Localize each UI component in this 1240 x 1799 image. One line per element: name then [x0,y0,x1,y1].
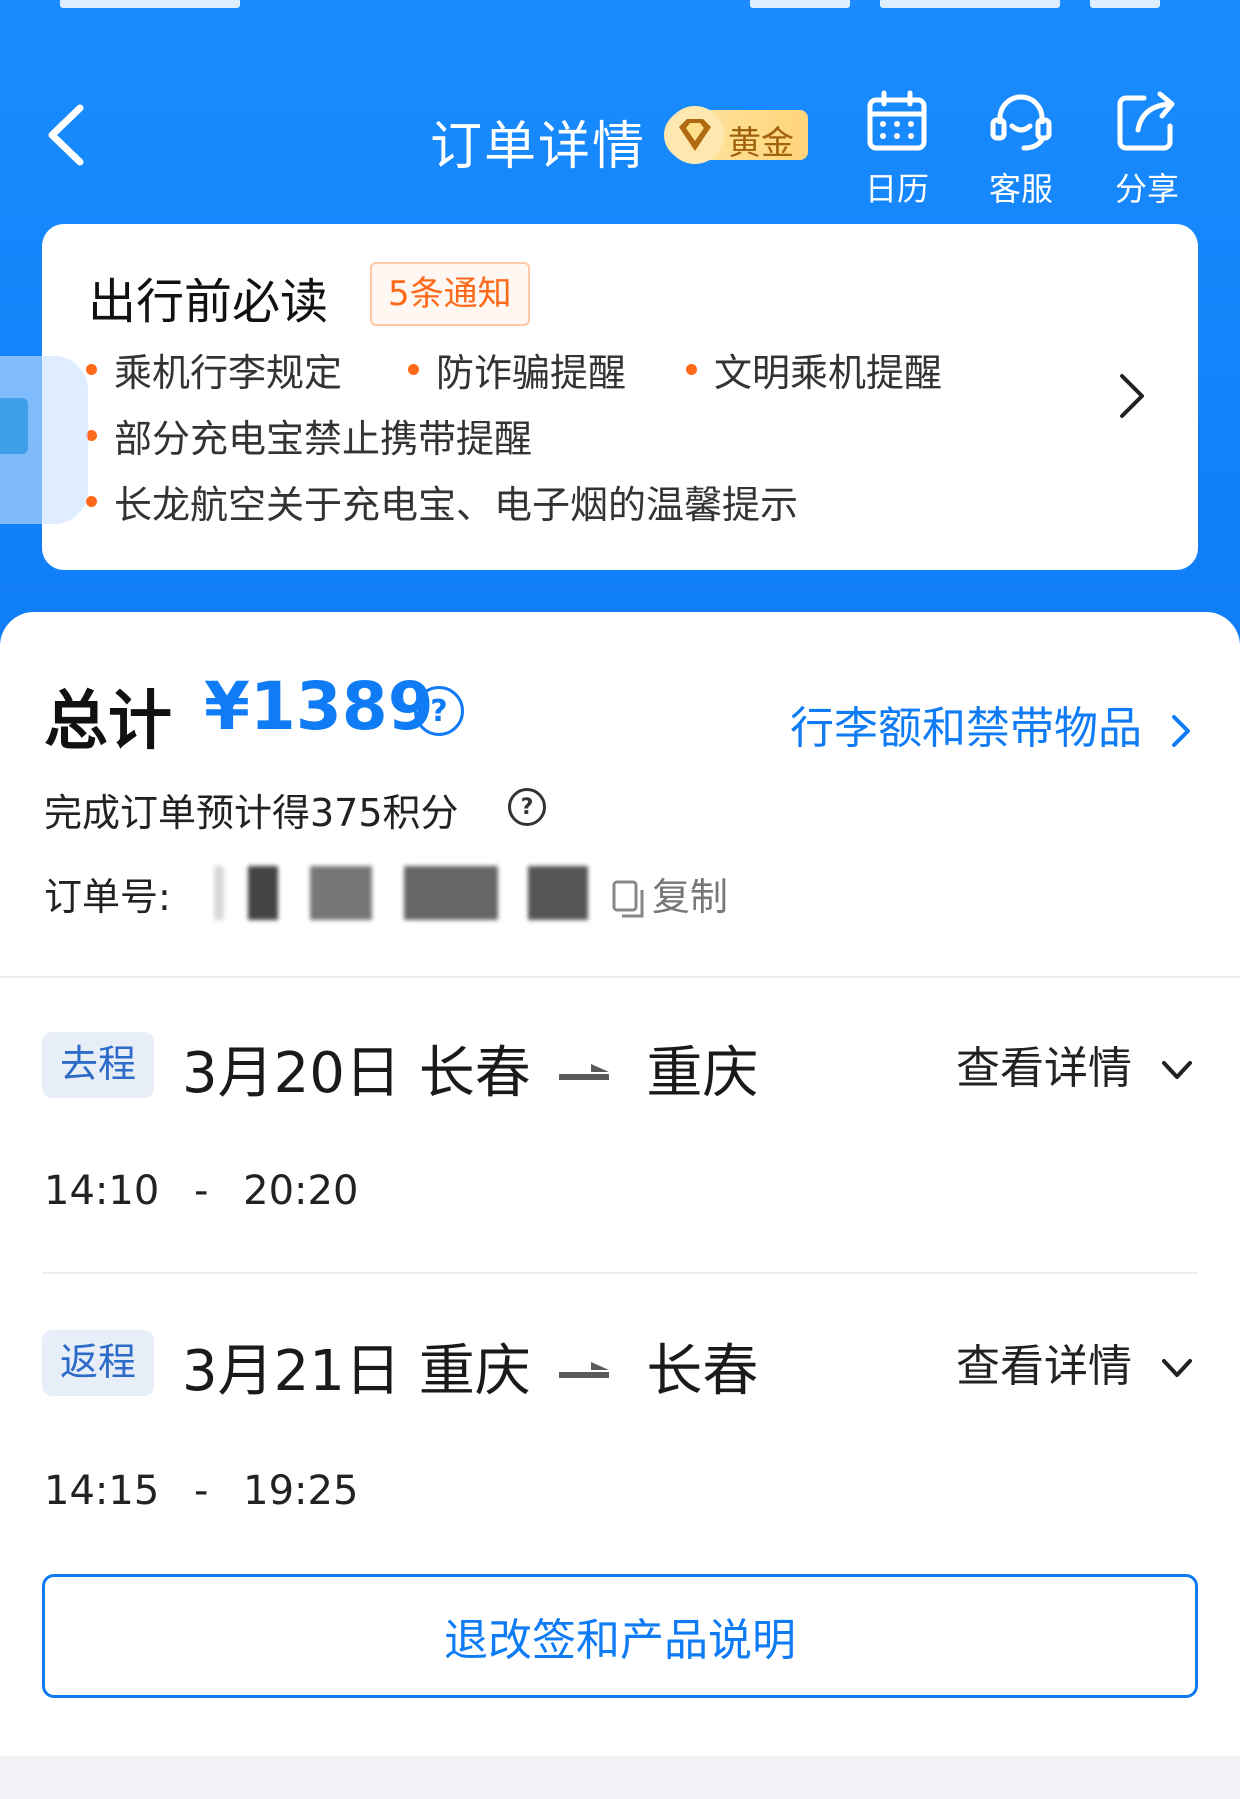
outbound-to: 重庆 [646,1041,759,1106]
status-signal-icons [880,0,1060,8]
calendar-label: 日历 [864,170,929,208]
chevron-left-icon [48,104,84,166]
chevron-right-icon [1120,374,1144,418]
outbound-times: 14:10 - 20:20 [44,1168,358,1214]
return-date: 3月21日 [182,1339,401,1404]
points-estimate: 完成订单预计得375积分 [44,791,459,835]
customer-service-label: 客服 [988,170,1053,208]
detail-toggle-label: 查看详情 [956,1043,1132,1094]
copy-order-button[interactable]: 复制 [612,866,728,921]
outbound-route: 3月20日 长春 重庆 [182,1028,758,1109]
return-times: 14:15 - 19:25 [44,1468,358,1514]
time-separator: - [194,1168,209,1214]
chevron-down-icon [1162,1061,1192,1079]
floating-side-tab[interactable] [0,356,88,524]
chevron-right-icon [1172,715,1190,747]
points-help-icon[interactable]: ? [508,788,546,826]
route-arrow-icon [558,1361,619,1380]
return-arrival-time: 19:25 [243,1468,359,1514]
total-amount: ¥1389 [204,668,434,745]
section-divider [0,976,1240,978]
outbound-arrival-time: 20:20 [243,1168,359,1214]
notice-item[interactable]: 部分充电宝禁止携带提醒 [85,408,532,463]
notice-item[interactable]: 防诈骗提醒 [407,342,626,397]
copy-icon [612,880,644,917]
calendar-button[interactable]: 日历 [852,90,942,210]
page-title: 订单详情 [430,117,647,177]
baggage-allowance-link[interactable]: 行李额和禁带物品 [790,692,1194,756]
travel-notice-card[interactable]: 出行前必读 5条通知 乘机行李规定 防诈骗提醒 文明乘机提醒 部分充电宝禁止携带… [42,224,1198,570]
customer-service-button[interactable]: 客服 [976,90,1066,210]
total-label: 总计 [44,685,172,759]
refund-change-policy-button[interactable]: 退改签和产品说明 [42,1574,1198,1698]
redacted-order-number [214,866,224,920]
outbound-from: 长春 [418,1041,531,1106]
return-tag: 返程 [42,1330,154,1396]
route-arrow-icon [558,1063,619,1082]
member-level-label: 黄金 [728,123,794,162]
status-time [60,0,240,8]
redacted-order-number [404,866,498,920]
back-button[interactable] [40,100,100,170]
order-card: 总计 ¥1389 ? 行李额和禁带物品 完成订单预计得375积分 ? 订单号: … [0,612,1240,1756]
copy-label: 复制 [652,875,729,919]
return-departure-time: 14:15 [44,1468,160,1514]
outbound-detail-toggle[interactable]: 查看详情 [956,1032,1194,1096]
price-help-icon[interactable]: ? [414,686,464,736]
policy-button-label: 退改签和产品说明 [444,1615,796,1666]
notice-item[interactable]: 长龙航空关于充电宝、电子烟的温馨提示 [85,474,798,529]
member-level-badge[interactable]: 黄金 [664,106,808,164]
return-to: 长春 [646,1339,759,1404]
return-detail-toggle[interactable]: 查看详情 [956,1330,1194,1394]
time-separator: - [194,1468,209,1514]
trip-divider [42,1272,1198,1274]
share-icon [1117,91,1175,151]
outbound-date: 3月20日 [182,1041,401,1106]
notice-item[interactable]: 乘机行李规定 [85,342,342,397]
redacted-order-number [310,866,372,920]
status-network [750,0,850,8]
notice-item[interactable]: 文明乘机提醒 [685,342,942,397]
side-tab-icon [0,398,28,454]
return-from: 重庆 [418,1339,531,1404]
chevron-down-icon [1162,1359,1192,1377]
share-label: 分享 [1114,170,1179,208]
diamond-icon [666,106,724,164]
notice-title: 出行前必读 [88,274,329,330]
return-route: 3月21日 重庆 长春 [182,1326,758,1407]
redacted-order-number [248,866,278,920]
headset-icon [990,94,1052,151]
notice-count-badge: 5条通知 [370,262,530,326]
battery-icon [1090,0,1160,8]
share-button[interactable]: 分享 [1102,90,1192,210]
detail-toggle-label: 查看详情 [956,1341,1132,1392]
status-bar [0,0,1240,14]
outbound-departure-time: 14:10 [44,1168,160,1214]
redacted-order-number [528,866,588,920]
baggage-link-label: 行李额和禁带物品 [790,703,1142,754]
order-number-label: 订单号: [44,875,171,919]
outbound-tag: 去程 [42,1032,154,1098]
calendar-icon [867,90,927,151]
